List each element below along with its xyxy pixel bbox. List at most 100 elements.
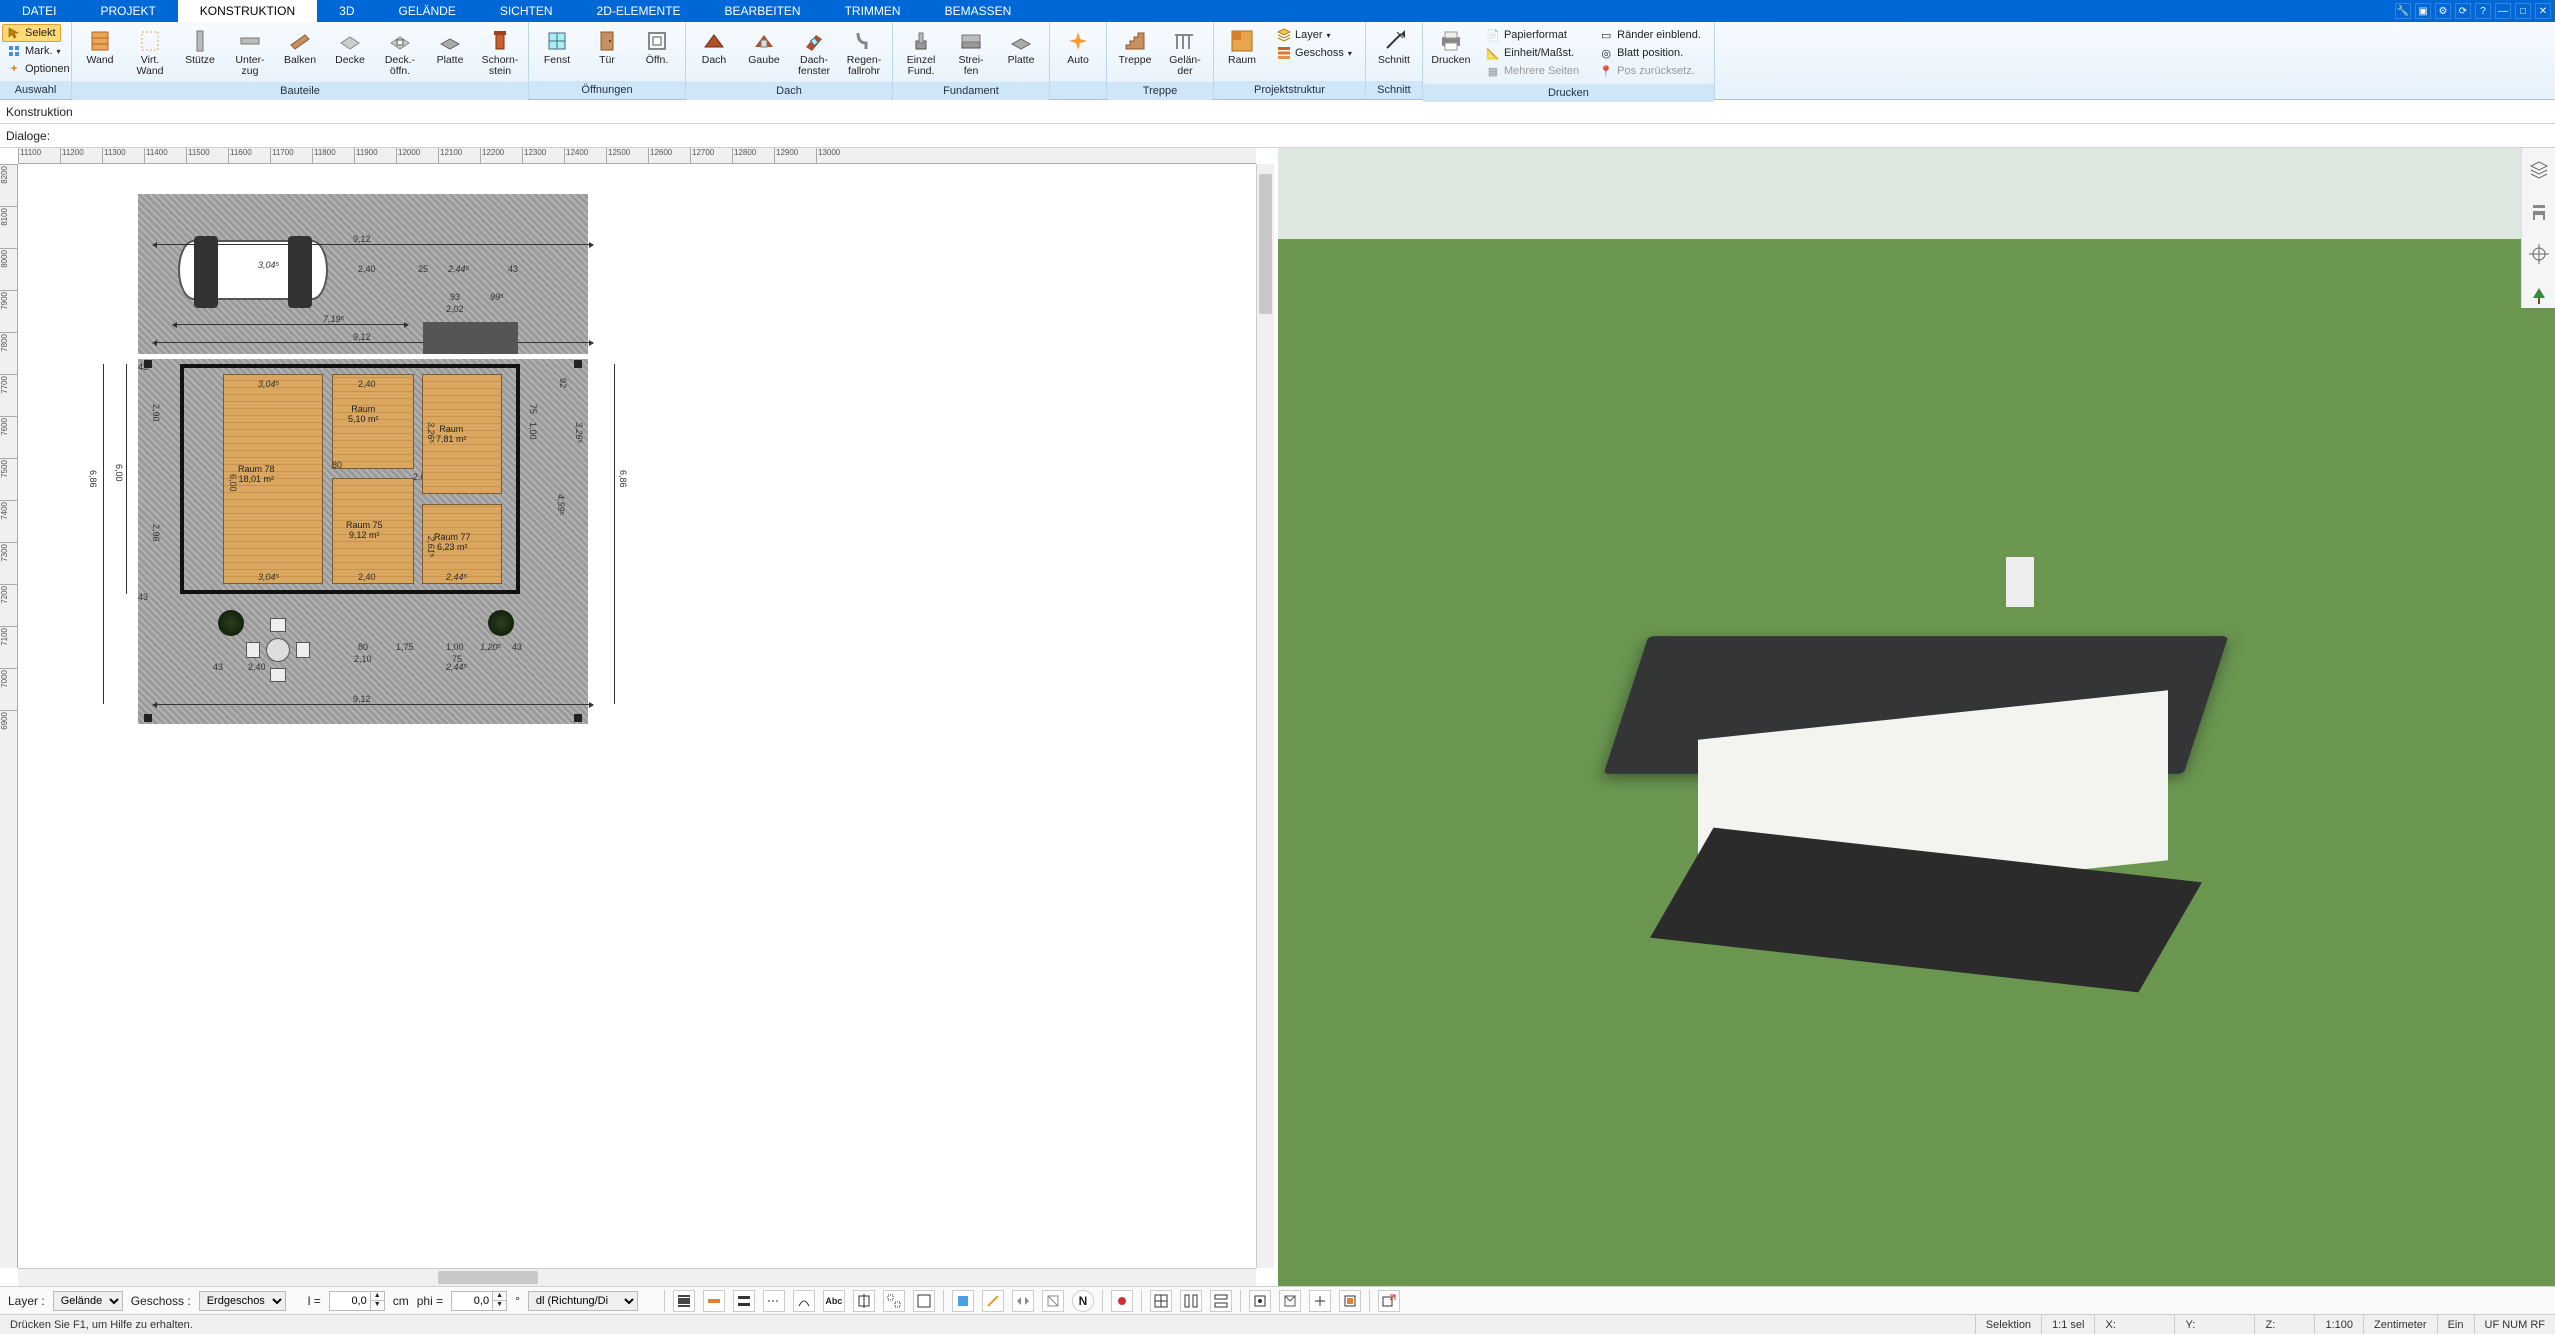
opt-btn-8[interactable] xyxy=(883,1290,905,1312)
mehrere-seiten-button[interactable]: ▦Mehrere Seiten xyxy=(1481,62,1584,80)
optionen-button[interactable]: + Optionen xyxy=(2,60,75,78)
geschoss-select[interactable]: Erdgeschos xyxy=(199,1291,286,1311)
menu-tab-datei[interactable]: DATEI xyxy=(0,0,78,22)
menu-tab-2d-elemente[interactable]: 2D-ELEMENTE xyxy=(575,0,703,22)
menu-tab-3d[interactable]: 3D xyxy=(317,0,376,22)
layer-dropdown[interactable]: Layer ▾ xyxy=(1272,26,1357,44)
car-symbol xyxy=(178,240,328,300)
opt-btn-grid2[interactable] xyxy=(1180,1290,1202,1312)
blatt-position-button[interactable]: ◎Blatt position. xyxy=(1594,44,1706,62)
menu-tab-bemassen[interactable]: BEMASSEN xyxy=(923,0,1034,22)
dachfenster-button[interactable]: Dach- fenster xyxy=(790,24,838,80)
menu-tab-konstruktion[interactable]: KONSTRUKTION xyxy=(178,0,317,22)
raender-button[interactable]: ▭Ränder einblend. xyxy=(1594,26,1706,44)
dach-button[interactable]: Dach xyxy=(690,24,738,69)
ruler-icon: 📐 xyxy=(1486,46,1500,60)
opt-btn-11[interactable] xyxy=(982,1290,1004,1312)
opt-btn-10[interactable] xyxy=(952,1290,974,1312)
menu-tab-trimmen[interactable]: TRIMMEN xyxy=(823,0,923,22)
schornstein-button[interactable]: Schorn- stein xyxy=(476,24,524,80)
opt-btn-13[interactable] xyxy=(1042,1290,1064,1312)
treppe-button[interactable]: Treppe xyxy=(1111,24,1159,69)
chevron-down-icon: ▾ xyxy=(1348,49,1352,58)
opt-btn-3[interactable] xyxy=(733,1290,755,1312)
gelaender-button[interactable]: Gelän- der xyxy=(1161,24,1209,80)
pos-reset-button[interactable]: 📍Pos zurücksetz. xyxy=(1594,62,1706,80)
maximize-icon[interactable]: □ xyxy=(2515,3,2531,19)
l-spinner[interactable]: ▲▼ xyxy=(371,1291,385,1311)
opt-btn-view1[interactable] xyxy=(1249,1290,1271,1312)
opt-btn-n[interactable]: N xyxy=(1072,1290,1094,1312)
opt-btn-5[interactable] xyxy=(793,1290,815,1312)
dl-select[interactable]: dl (Richtung/Di xyxy=(528,1291,638,1311)
settings-icon[interactable]: ⚙ xyxy=(2435,3,2451,19)
phi-input[interactable] xyxy=(451,1291,493,1311)
tuer-button[interactable]: Tür xyxy=(583,24,631,69)
oeffn-button[interactable]: Öffn. xyxy=(633,24,681,69)
window-icon[interactable]: ▣ xyxy=(2415,3,2431,19)
decke-button[interactable]: Decke xyxy=(326,24,374,69)
refresh-icon[interactable]: ⟳ xyxy=(2455,3,2471,19)
geschoss-dropdown[interactable]: Geschoss ▾ xyxy=(1272,44,1357,62)
balken-button[interactable]: Balken xyxy=(276,24,324,69)
layer-select[interactable]: Gelände xyxy=(53,1291,123,1311)
opt-btn-abc[interactable]: Abc xyxy=(823,1290,845,1312)
layers-icon[interactable] xyxy=(2527,158,2551,182)
regenfallrohr-button[interactable]: Regen- fallrohr xyxy=(840,24,888,80)
crosshair-icon[interactable] xyxy=(2527,242,2551,266)
opt-btn-2[interactable] xyxy=(703,1290,725,1312)
selekt-label: Selekt xyxy=(25,27,56,39)
minimize-icon[interactable]: — xyxy=(2495,3,2511,19)
gaube-button[interactable]: Gaube xyxy=(740,24,788,69)
fenst-button[interactable]: Fenst xyxy=(533,24,581,69)
raum-button[interactable]: Raum xyxy=(1218,24,1266,69)
view-3d[interactable] xyxy=(1278,148,2555,1286)
einzel-fund-button[interactable]: Einzel Fund. xyxy=(897,24,945,80)
l-input[interactable] xyxy=(329,1291,371,1311)
opt-btn-rec[interactable] xyxy=(1111,1290,1133,1312)
papierformat-button[interactable]: 📄Papierformat xyxy=(1481,26,1584,44)
platte-fund-button[interactable]: Platte xyxy=(997,24,1045,69)
deck-oeffn-button[interactable]: Deck.- öffn. xyxy=(376,24,424,80)
schnitt-button[interactable]: Schnitt xyxy=(1370,24,1418,69)
chair-icon[interactable] xyxy=(2527,200,2551,224)
menu-tab-bearbeiten[interactable]: BEARBEITEN xyxy=(703,0,823,22)
view-2d[interactable]: 1110011200113001140011500116001170011800… xyxy=(0,148,1278,1286)
drucken-button[interactable]: Drucken xyxy=(1427,24,1475,69)
help-icon[interactable]: ? xyxy=(2475,3,2491,19)
wand-button[interactable]: Wand xyxy=(76,24,124,69)
einheit-button[interactable]: 📐Einheit/Maßst. xyxy=(1481,44,1584,62)
opt-btn-7[interactable] xyxy=(853,1290,875,1312)
scrollbar-thumb[interactable] xyxy=(1259,174,1272,314)
stuetze-button[interactable]: Stütze xyxy=(176,24,224,69)
tree-icon[interactable] xyxy=(2527,284,2551,308)
menu-tab-projekt[interactable]: PROJEKT xyxy=(78,0,177,22)
menu-tab-gelände[interactable]: GELÄNDE xyxy=(376,0,477,22)
menu-tab-sichten[interactable]: SICHTEN xyxy=(478,0,575,22)
opt-btn-4[interactable] xyxy=(763,1290,785,1312)
scrollbar-vertical[interactable] xyxy=(1256,164,1274,1268)
scrollbar-thumb[interactable] xyxy=(438,1271,538,1284)
opt-btn-view4[interactable] xyxy=(1339,1290,1361,1312)
auto-button[interactable]: Auto xyxy=(1054,24,1102,69)
scrollbar-horizontal[interactable] xyxy=(18,1268,1256,1286)
streifen-button[interactable]: Strei- fen xyxy=(947,24,995,80)
opt-btn-grid1[interactable] xyxy=(1150,1290,1172,1312)
opt-btn-12[interactable] xyxy=(1012,1290,1034,1312)
canvas-2d[interactable]: 3,04⁵ 9,12 7,19⁵ 2,40 25 2,44⁵ 43 93 2,0… xyxy=(18,164,1256,1268)
opt-btn-grid3[interactable] xyxy=(1210,1290,1232,1312)
unterzug-button[interactable]: Unter- zug xyxy=(226,24,274,80)
canvas-3d[interactable] xyxy=(1278,148,2555,1286)
selekt-button[interactable]: Selekt xyxy=(2,24,61,42)
tool-icon[interactable]: 🔧 xyxy=(2395,3,2411,19)
mark-button[interactable]: Mark. ▾ xyxy=(2,42,66,60)
opt-btn-view2[interactable] xyxy=(1279,1290,1301,1312)
opt-btn-9[interactable] xyxy=(913,1290,935,1312)
virt-wand-button[interactable]: Virt. Wand xyxy=(126,24,174,80)
opt-btn-newwin[interactable] xyxy=(1378,1290,1400,1312)
close-icon[interactable]: ✕ xyxy=(2535,3,2551,19)
opt-btn-1[interactable] xyxy=(673,1290,695,1312)
platte-button[interactable]: Platte xyxy=(426,24,474,69)
opt-btn-view3[interactable] xyxy=(1309,1290,1331,1312)
phi-spinner[interactable]: ▲▼ xyxy=(493,1291,507,1311)
